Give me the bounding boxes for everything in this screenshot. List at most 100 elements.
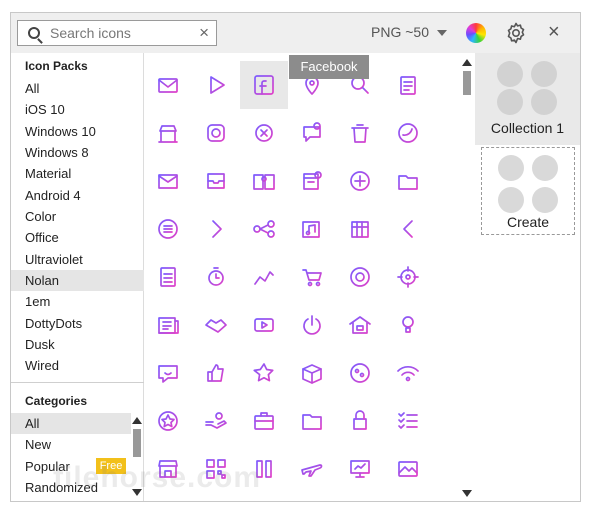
mail-at-icon[interactable] [144, 61, 192, 109]
stars-icon[interactable] [240, 349, 288, 397]
music-note-icon-glyph [302, 221, 320, 238]
pack-item-dottydots[interactable]: DottyDots [11, 313, 144, 334]
chat-smile-icon[interactable] [144, 349, 192, 397]
sidebar-scrollbar[interactable] [131, 411, 143, 501]
chart-line-icon[interactable] [240, 253, 288, 301]
house-icon[interactable] [336, 301, 384, 349]
scroll-up-icon[interactable] [462, 59, 472, 66]
facebook-icon[interactable] [240, 61, 288, 109]
create-collection-button[interactable]: Create [481, 147, 575, 235]
handshake-icon[interactable] [192, 301, 240, 349]
list-circle-icon[interactable] [144, 205, 192, 253]
airplane-icon[interactable] [288, 445, 336, 493]
calendar-icon[interactable] [336, 205, 384, 253]
power-icon[interactable] [288, 301, 336, 349]
cookie-icon[interactable] [336, 349, 384, 397]
music-note-icon[interactable] [288, 205, 336, 253]
star-circle-icon[interactable] [144, 397, 192, 445]
pack-item-office[interactable]: Office [11, 227, 144, 248]
search-box[interactable]: × [17, 20, 217, 46]
pause-icon[interactable] [240, 445, 288, 493]
stars-icon-glyph [253, 363, 274, 382]
window-close-icon[interactable]: × [548, 21, 560, 43]
play-icon-glyph [210, 76, 225, 94]
play-icon[interactable] [192, 61, 240, 109]
box-icon[interactable] [288, 349, 336, 397]
scroll-thumb[interactable] [463, 71, 471, 95]
store-icon[interactable] [144, 109, 192, 157]
scroll-thumb[interactable] [133, 429, 141, 457]
gear-icon[interactable] [504, 21, 528, 45]
trash-icon[interactable] [336, 109, 384, 157]
icon-packs-title: Icon Packs [25, 59, 88, 73]
inbox-icon[interactable] [192, 157, 240, 205]
pack-item-1em[interactable]: 1em [11, 291, 144, 312]
pack-item-ultraviolet[interactable]: Ultraviolet [11, 249, 144, 270]
idea-icon[interactable] [384, 301, 432, 349]
stopwatch-icon[interactable] [192, 253, 240, 301]
pack-item-ios10[interactable]: iOS 10 [11, 99, 144, 120]
calendar-gear-icon[interactable] [288, 157, 336, 205]
pack-item-material[interactable]: Material [11, 163, 144, 184]
pack-item-android4[interactable]: Android 4 [11, 185, 144, 206]
shop-icon[interactable] [144, 445, 192, 493]
chevron-left-icon[interactable] [384, 205, 432, 253]
qr-icon[interactable] [192, 445, 240, 493]
chat-alert-icon-glyph [303, 122, 321, 142]
image-icon[interactable] [384, 445, 432, 493]
pack-item-color[interactable]: Color [11, 206, 144, 227]
chat-smile-icon-glyph [158, 365, 178, 383]
cancel-icon-glyph [255, 124, 273, 142]
box-icon-glyph [302, 364, 322, 384]
pack-item-windows8[interactable]: Windows 8 [11, 142, 144, 163]
book-icon[interactable] [240, 157, 288, 205]
cancel-icon[interactable] [240, 109, 288, 157]
scroll-up-icon[interactable] [132, 417, 142, 424]
document-icon[interactable] [144, 253, 192, 301]
format-dropdown[interactable]: PNG ~50 [371, 24, 447, 40]
image-icon-glyph [398, 461, 418, 477]
chrome-icon[interactable] [336, 253, 384, 301]
category-item-all[interactable]: All [11, 413, 131, 434]
pack-item-windows10[interactable]: Windows 10 [11, 121, 144, 142]
scroll-down-icon[interactable] [462, 490, 472, 497]
handshake-icon-glyph [205, 319, 227, 333]
target-icon[interactable] [384, 253, 432, 301]
toolbar: × PNG ~50 × [11, 13, 580, 53]
grid-scrollbar[interactable] [460, 53, 474, 501]
hand-coin-icon[interactable] [192, 397, 240, 445]
search-input[interactable] [50, 24, 190, 42]
mail-icon[interactable] [144, 157, 192, 205]
folder-alt-icon[interactable] [288, 397, 336, 445]
checklist-icon[interactable] [384, 397, 432, 445]
plus-circle-icon[interactable] [336, 157, 384, 205]
presentation-icon[interactable] [336, 445, 384, 493]
chevron-right-icon[interactable] [192, 205, 240, 253]
wifi-icon[interactable] [384, 349, 432, 397]
pack-item-dusk[interactable]: Dusk [11, 334, 144, 355]
instagram-icon[interactable] [192, 109, 240, 157]
folder-icon[interactable] [384, 157, 432, 205]
lock-icon[interactable] [336, 397, 384, 445]
close-icon[interactable]: × [199, 24, 209, 42]
thumbs-heart-icon-glyph [207, 364, 224, 382]
pack-item-nolan[interactable]: Nolan [11, 270, 144, 291]
pack-item-all[interactable]: All [11, 78, 144, 99]
scroll-down-icon[interactable] [132, 489, 142, 496]
category-item-randomized[interactable]: Randomized [11, 477, 131, 498]
share-icon[interactable] [240, 205, 288, 253]
briefcase-icon[interactable] [240, 397, 288, 445]
qr-icon-glyph [206, 459, 226, 479]
collection-card[interactable]: Collection 1 [475, 53, 580, 145]
newspaper-icon[interactable] [144, 301, 192, 349]
thumbs-heart-icon[interactable] [192, 349, 240, 397]
clipboard-icon[interactable] [384, 61, 432, 109]
cart-icon[interactable] [288, 253, 336, 301]
twitter-icon[interactable] [384, 109, 432, 157]
color-picker-icon[interactable] [466, 23, 486, 43]
youtube-icon[interactable] [240, 301, 288, 349]
pack-item-wired[interactable]: Wired [11, 355, 144, 376]
category-item-new[interactable]: New [11, 434, 131, 455]
chat-alert-icon[interactable] [288, 109, 336, 157]
document-icon-glyph [160, 267, 176, 287]
